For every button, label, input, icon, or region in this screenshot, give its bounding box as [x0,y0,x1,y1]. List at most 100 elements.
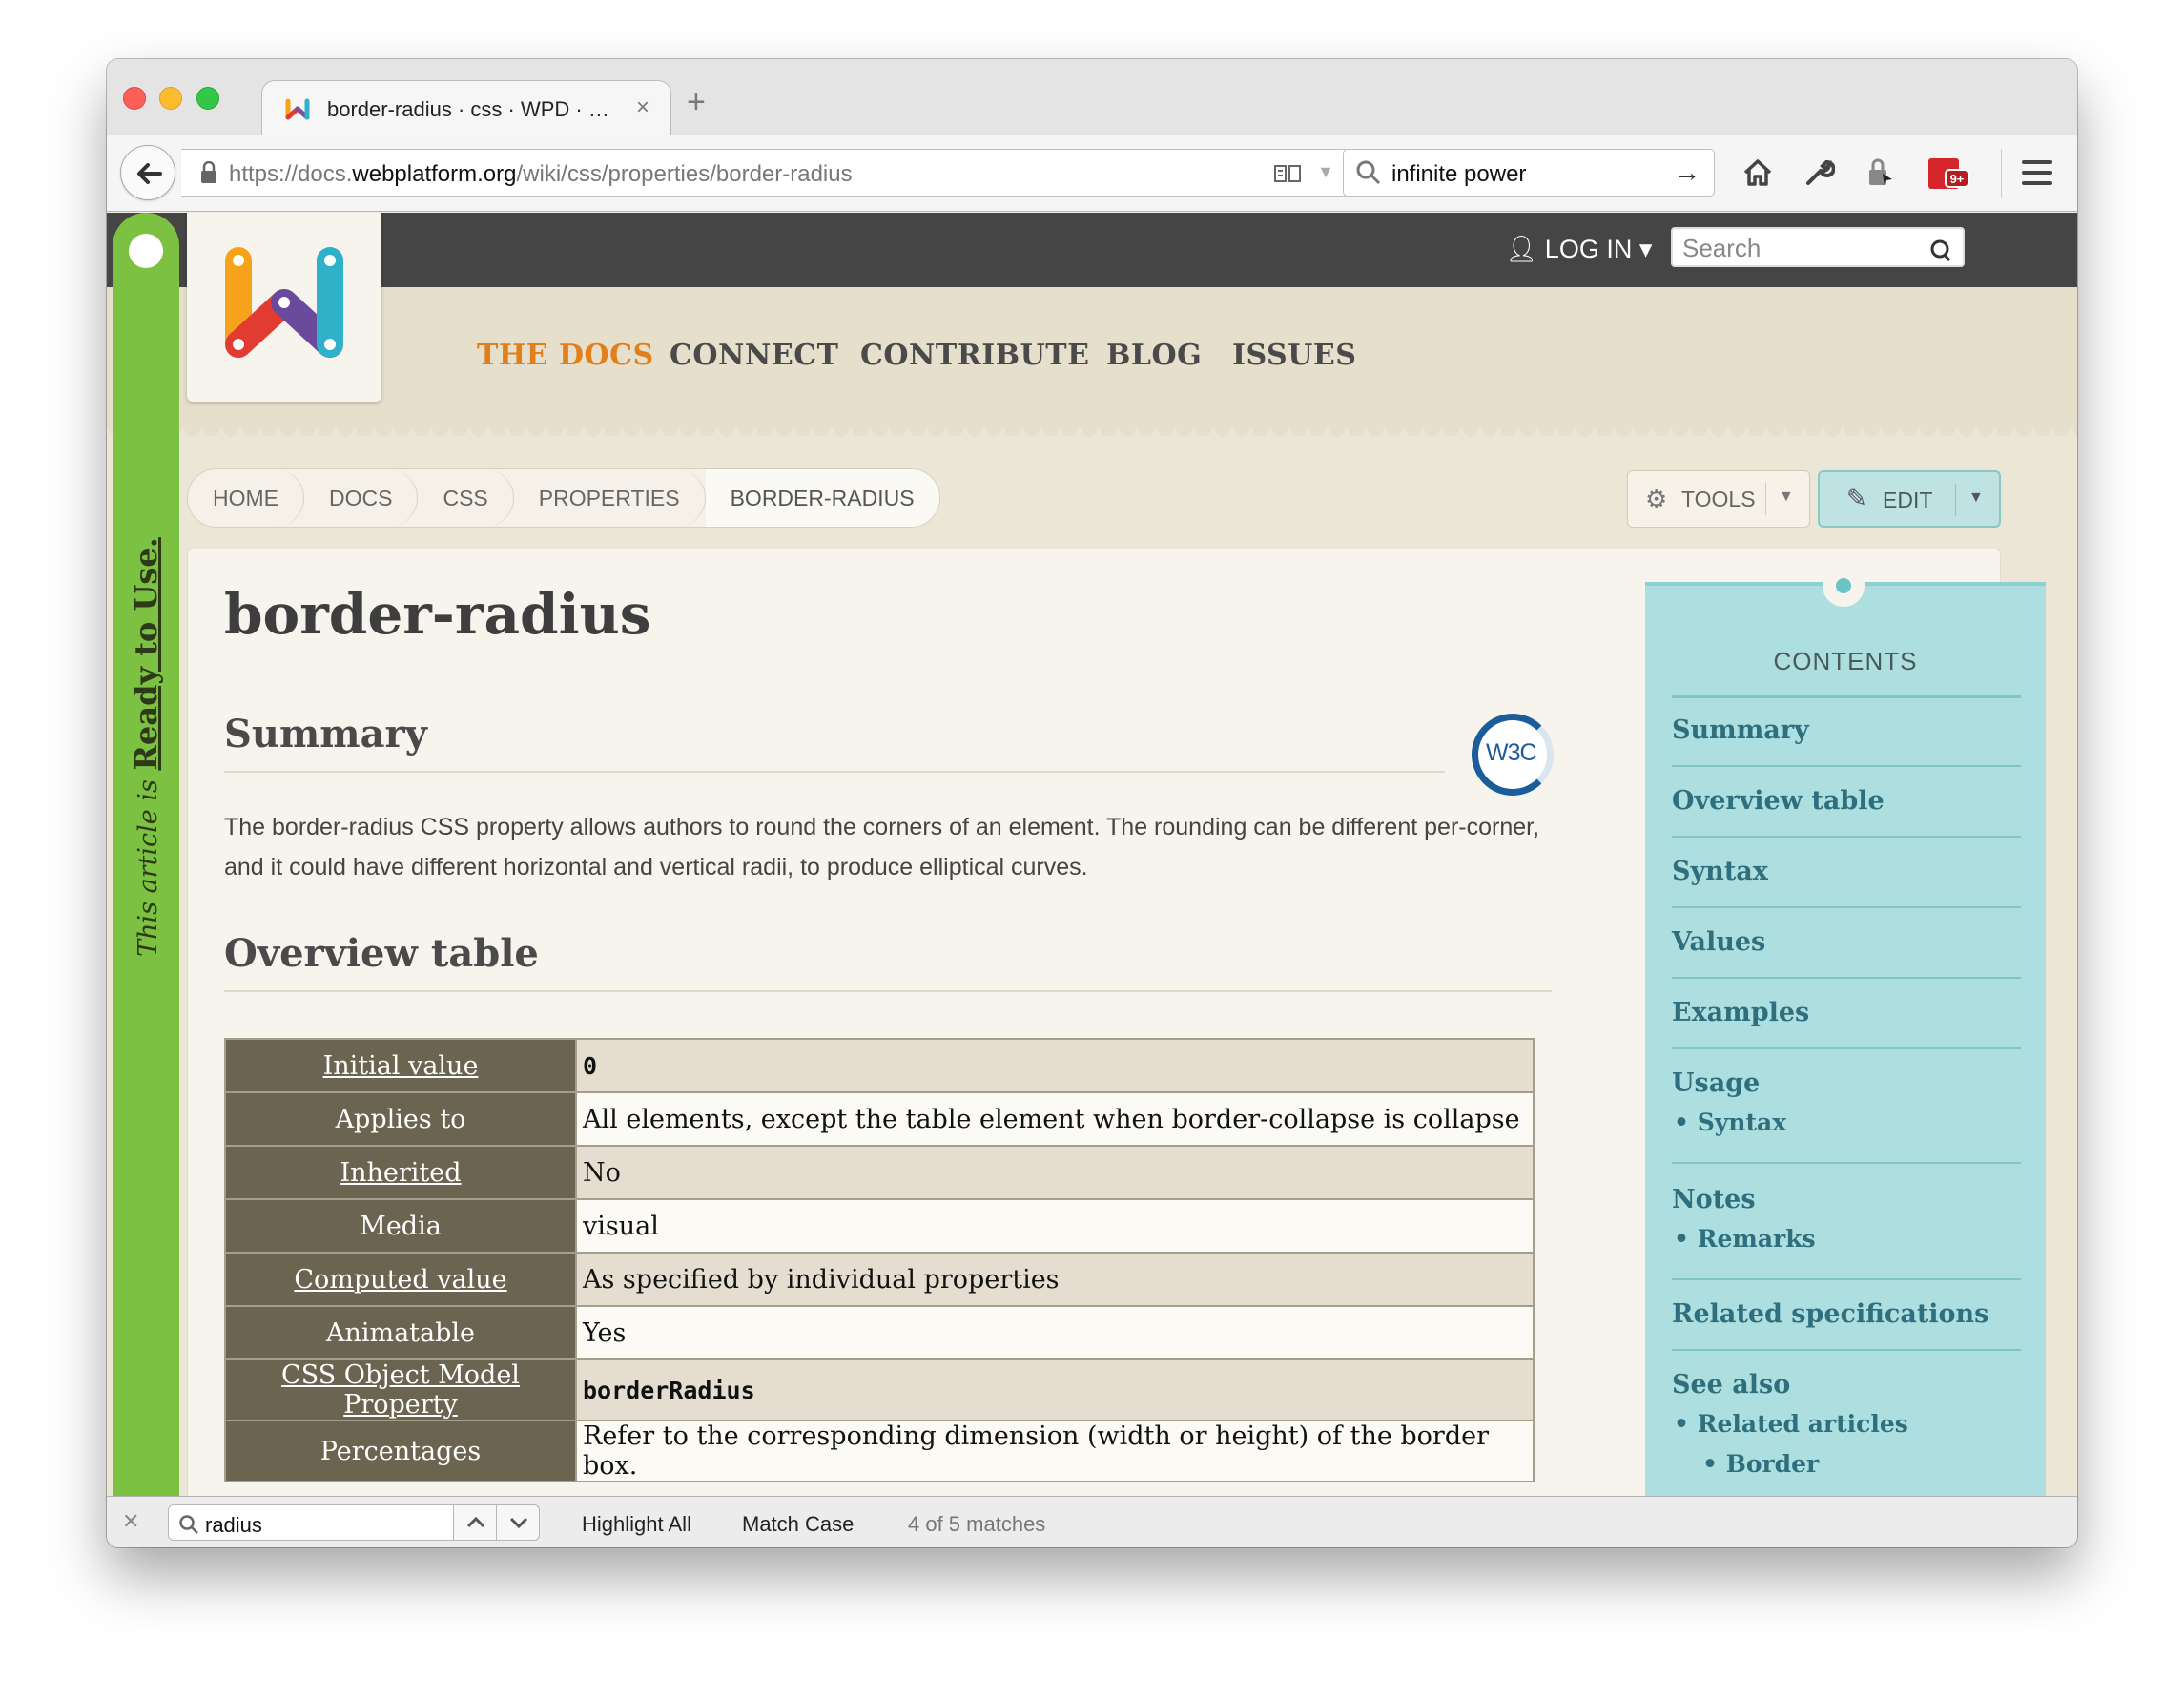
toc-subitem-syntax[interactable]: • Syntax [1674,1109,1786,1136]
table-key[interactable]: Computed value [224,1252,577,1307]
browser-search-bar[interactable]: infinite power → [1343,149,1715,197]
url-text[interactable]: https://docs.webplatform.org/wiki/css/pr… [229,161,853,188]
nav-connect[interactable]: CONNECT [670,339,838,372]
article-status-ribbon: This article is Ready to Use. [113,213,179,1496]
site-search-input[interactable]: Search [1671,227,1965,267]
breadcrumb-border-radius[interactable]: BORDER-RADIUS [705,469,939,527]
ribbon-status[interactable]: Ready to Use. [128,537,164,770]
toolbar-separator [2001,149,2002,198]
toc-subitem-border[interactable]: • Border [1702,1450,1819,1478]
tools-button[interactable]: ⚙ TOOLS ▼ [1627,470,1810,528]
toc-rule [1672,1047,2021,1049]
table-key[interactable]: Initial value [224,1038,577,1093]
find-previous-button[interactable] [453,1504,497,1541]
svg-text:9+: 9+ [1950,172,1965,186]
login-label: LOG IN [1544,235,1633,263]
tools-separator [1765,483,1766,515]
toc-subitem-related-articles[interactable]: • Related articles [1674,1410,1908,1438]
addon-icon[interactable] [1864,156,1896,189]
nav-the-docs[interactable]: THE DOCS [477,339,654,372]
zoom-window-button[interactable] [196,87,219,110]
login-menu[interactable]: 👤︎ LOG IN ▾ [1505,234,1652,264]
nav-blog[interactable]: BLOG [1106,339,1202,372]
user-icon: 👤︎ [1505,235,1538,263]
new-tab-button[interactable]: + [687,86,706,118]
toc-item-see-also[interactable]: See also [1672,1370,1790,1399]
webplatform-logo-icon [225,247,343,358]
search-icon [179,1515,198,1534]
ribbon-prefix: This article is [134,779,163,957]
site-logo[interactable] [187,213,381,402]
find-query[interactable]: radius [205,1513,262,1538]
table-key[interactable]: CSS Object Model Property [224,1358,577,1421]
breadcrumb-properties[interactable]: PROPERTIES [514,469,706,527]
toc-item-notes[interactable]: Notes [1672,1185,1756,1214]
table-row: Percentages Refer to the corresponding d… [224,1420,1535,1482]
go-arrow-icon[interactable]: → [1674,157,1700,188]
breadcrumb-css[interactable]: CSS [418,469,514,527]
close-icon[interactable]: ✕ [122,1509,139,1534]
toc-subitem-remarks[interactable]: • Remarks [1674,1225,1816,1253]
summary-rule [224,771,1445,773]
chevron-down-icon[interactable]: ▼ [1968,489,1984,507]
find-input[interactable]: radius [168,1504,454,1541]
overview-heading: Overview table [224,931,539,976]
toc-item-usage[interactable]: Usage [1672,1068,1760,1098]
highlight-all-toggle[interactable]: Highlight All [582,1512,691,1537]
navigation-toolbar: https://docs.webplatform.org/wiki/css/pr… [107,135,2077,212]
table-row: CSS Object Model Property borderRadius [224,1358,1535,1421]
table-row: Animatable Yes [224,1305,1535,1360]
find-status: 4 of 5 matches [908,1512,1046,1536]
page-title: border-radius [224,582,651,647]
breadcrumb-home[interactable]: HOME [188,469,304,527]
toc-item-related-specifications[interactable]: Related specifications [1672,1299,1988,1329]
toc-item-examples[interactable]: Examples [1672,998,1809,1027]
reader-view-icon[interactable] [1273,163,1302,184]
toc-item-syntax[interactable]: Syntax [1672,857,1768,886]
browser-tab[interactable]: border-radius · css · WPD · … × [261,80,671,137]
table-value: 0 [575,1038,1535,1093]
back-arrow-icon [137,163,162,184]
edit-label: EDIT [1883,487,1933,512]
hamburger-menu-icon[interactable] [2022,160,2052,192]
toc-heading: CONTENTS [1773,647,1918,675]
minimize-window-button[interactable] [159,87,182,110]
toc-heading-rule [1672,695,2021,698]
breadcrumb-docs[interactable]: DOCS [304,469,419,527]
article-content: border-radius Summary W3C The border-rad… [187,549,2046,1496]
tools-label: TOOLS [1681,487,1756,511]
table-key[interactable]: Inherited [224,1145,577,1200]
chevron-down-icon[interactable]: ▼ [1779,488,1794,506]
ribbon-dot [129,234,163,268]
toc-rule [1672,1162,2021,1164]
match-case-toggle[interactable]: Match Case [742,1512,854,1537]
toc-item-values[interactable]: Values [1672,927,1765,957]
webplatform-favicon-icon [285,98,310,120]
nav-contribute[interactable]: CONTRIBUTE [860,339,1089,372]
home-icon[interactable] [1741,156,1774,189]
table-key: Media [224,1198,577,1254]
edit-button[interactable]: ✎ EDIT ▼ [1818,470,2001,528]
table-value: Refer to the corresponding dimension (wi… [575,1420,1535,1482]
tab-close-icon[interactable]: × [636,94,649,121]
title-bar: border-radius · css · WPD · … × + [107,59,2077,137]
url-bar[interactable]: https://docs.webplatform.org/wiki/css/pr… [181,149,1398,197]
back-button[interactable] [120,145,175,200]
nav-issues[interactable]: ISSUES [1232,339,1356,372]
w3c-badge[interactable]: W3C [1472,714,1554,796]
main-navigation-band: THE DOCS CONNECT CONTRIBUTE BLOG ISSUES [107,287,2077,440]
table-row: Media visual [224,1198,1535,1254]
close-window-button[interactable] [123,87,146,110]
wrench-icon[interactable] [1803,156,1835,189]
toc-item-summary[interactable]: Summary [1672,715,1809,745]
url-dropdown-icon[interactable]: ▼ [1317,162,1334,182]
summary-text: The border-radius CSS property allows au… [224,814,1540,881]
table-value: All elements, except the table element w… [575,1091,1535,1147]
search-input[interactable]: infinite power [1391,161,1526,188]
toc-item-overview-table[interactable]: Overview table [1672,786,1885,816]
find-next-button[interactable] [496,1504,540,1541]
toc-subitem-label: Syntax [1697,1109,1787,1136]
extension-badge-icon[interactable]: 9+ [1926,156,1970,191]
table-value: As specified by individual properties [575,1252,1535,1307]
pencil-icon: ✎ [1846,484,1867,512]
